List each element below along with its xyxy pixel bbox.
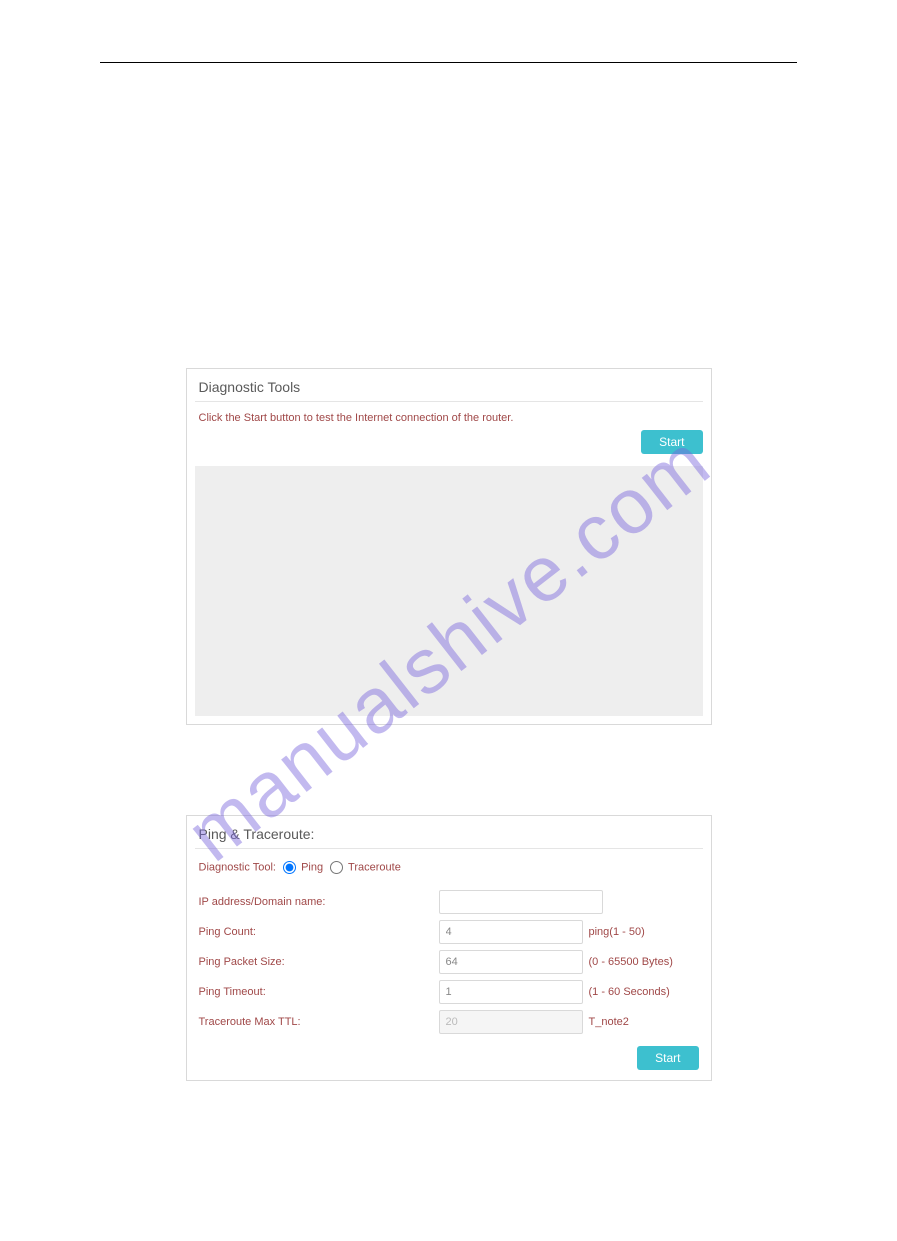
- diagnostic-output: [195, 466, 703, 716]
- start-button[interactable]: Start: [641, 430, 702, 454]
- ping-radio[interactable]: [283, 861, 296, 874]
- ip-row: IP address/Domain name:: [199, 890, 699, 914]
- count-label: Ping Count:: [199, 926, 439, 938]
- timeout-hint: (1 - 60 Seconds): [589, 986, 670, 998]
- timeout-label: Ping Timeout:: [199, 986, 439, 998]
- count-row: Ping Count: ping(1 - 50): [199, 920, 699, 944]
- traceroute-radio[interactable]: [330, 861, 343, 874]
- ping-traceroute-title: Ping & Traceroute:: [187, 816, 711, 848]
- timeout-input[interactable]: [439, 980, 583, 1004]
- size-label: Ping Packet Size:: [199, 956, 439, 968]
- diagnostic-tool-label: Diagnostic Tool:: [199, 861, 276, 873]
- start-button-ping[interactable]: Start: [637, 1046, 698, 1070]
- page-top-rule: [100, 62, 797, 63]
- ping-traceroute-card: Ping & Traceroute: Diagnostic Tool: Ping…: [186, 815, 712, 1081]
- form-grid: IP address/Domain name: Ping Count: ping…: [187, 890, 711, 1034]
- ip-label: IP address/Domain name:: [199, 896, 439, 908]
- diagnostic-tools-card: Diagnostic Tools Click the Start button …: [186, 368, 712, 725]
- ttl-row: Traceroute Max TTL: T_note2: [199, 1010, 699, 1034]
- ttl-hint: T_note2: [589, 1016, 629, 1028]
- diagnostic-instruction: Click the Start button to test the Inter…: [187, 402, 711, 424]
- count-hint: ping(1 - 50): [589, 926, 645, 938]
- traceroute-radio-label: Traceroute: [348, 861, 401, 873]
- ttl-label: Traceroute Max TTL:: [199, 1016, 439, 1028]
- size-input[interactable]: [439, 950, 583, 974]
- diagnostic-tool-row: Diagnostic Tool: Ping Traceroute: [187, 849, 711, 890]
- size-hint: (0 - 65500 Bytes): [589, 956, 673, 968]
- diagnostic-tools-title: Diagnostic Tools: [187, 369, 711, 401]
- count-input[interactable]: [439, 920, 583, 944]
- size-row: Ping Packet Size: (0 - 65500 Bytes): [199, 950, 699, 974]
- ip-input[interactable]: [439, 890, 603, 914]
- ttl-input: [439, 1010, 583, 1034]
- timeout-row: Ping Timeout: (1 - 60 Seconds): [199, 980, 699, 1004]
- ping-radio-label: Ping: [301, 861, 323, 873]
